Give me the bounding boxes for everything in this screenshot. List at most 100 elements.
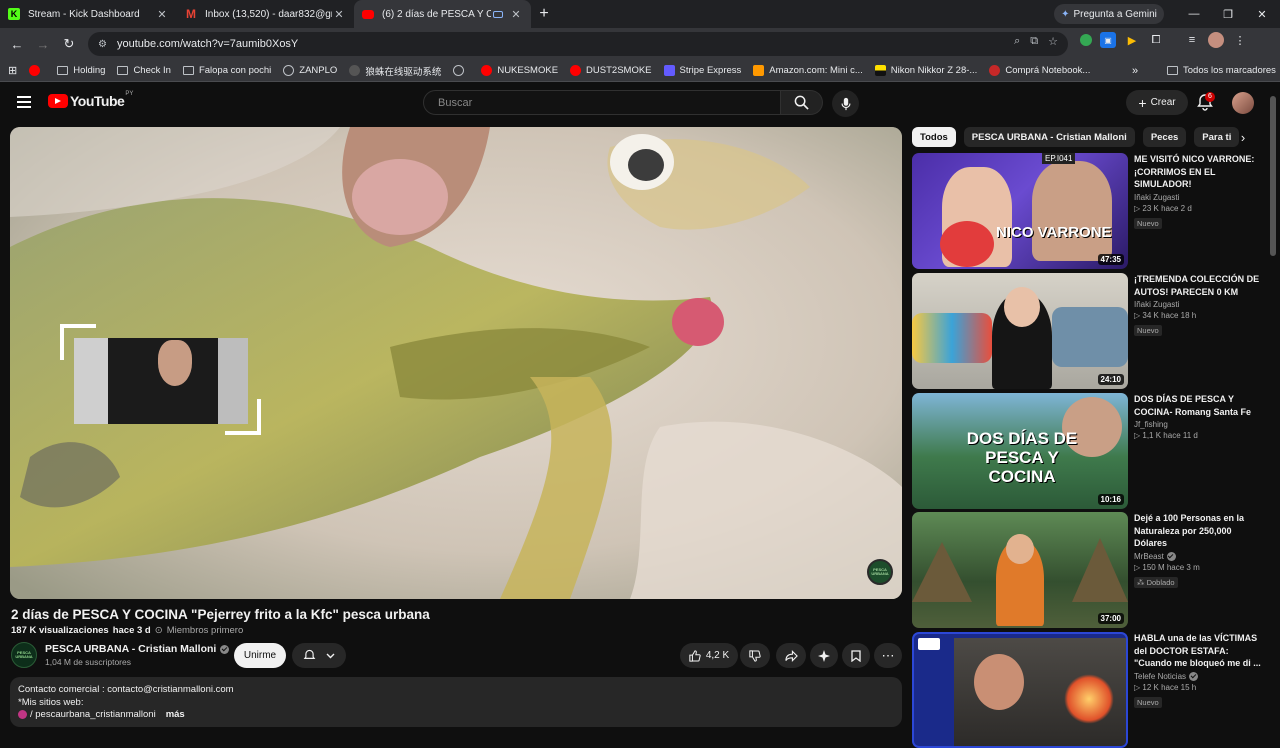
- video-thumbnail[interactable]: DOS DÍAS DE PESCA Y COCINA 10:16: [912, 393, 1128, 509]
- upload-age: hace 3 d: [112, 625, 151, 636]
- youtube-icon: [481, 65, 493, 76]
- video-duration: 24:10: [1097, 374, 1124, 385]
- chip-channel[interactable]: PESCA URBANA - Cristian Malloni: [963, 127, 1135, 147]
- tab-youtube[interactable]: (6) 2 días de PESCA Y COCI ✕: [354, 0, 531, 28]
- subscription-notifications-button[interactable]: [292, 643, 346, 668]
- recommendation-item[interactable]: DOS DÍAS DE PESCA Y COCINA 10:16 DOS DÍA…: [912, 393, 1262, 509]
- search-button[interactable]: [781, 90, 823, 115]
- bookmark-amazon[interactable]: Amazon.com: Mini c...: [753, 65, 863, 76]
- tab-gmail[interactable]: M Inbox (13,520) - daar832@gma ✕: [177, 0, 354, 28]
- recommendation-item[interactable]: HABLA una de las VÍCTIMAS del DOCTOR EST…: [912, 632, 1262, 748]
- extensions-puzzle-icon[interactable]: ⧠: [1148, 32, 1164, 48]
- show-more-link[interactable]: más: [166, 709, 185, 720]
- rec-title: Dejé a 100 Personas en la Naturaleza por…: [1134, 513, 1245, 548]
- video-thumbnail[interactable]: EP.I041 NICO VARRONE 47:35: [912, 153, 1128, 269]
- share-button[interactable]: [776, 643, 806, 668]
- notification-count-badge: 6: [1205, 92, 1215, 102]
- verified-icon: [220, 644, 230, 654]
- close-tab-icon[interactable]: ✕: [509, 8, 523, 21]
- page-scrollbar[interactable]: [1270, 96, 1276, 256]
- site-settings-icon[interactable]: ⚙: [98, 39, 107, 50]
- install-icon[interactable]: ⧉: [1030, 35, 1038, 48]
- account-avatar[interactable]: [1232, 92, 1254, 114]
- store-icon: [989, 65, 1001, 76]
- channel-watermark[interactable]: PESCA URBANA: [867, 559, 893, 585]
- video-thumbnail[interactable]: 37:00: [912, 512, 1128, 628]
- amazon-icon: [753, 65, 765, 76]
- minimize-icon[interactable]: —: [1176, 0, 1212, 28]
- chrome-menu-icon[interactable]: ⋮: [1232, 32, 1248, 48]
- chip-todos[interactable]: Todos: [912, 127, 956, 147]
- bookmark-star-icon[interactable]: ☆: [1048, 35, 1058, 48]
- plus-icon: +: [1138, 94, 1147, 111]
- close-tab-icon[interactable]: ✕: [155, 8, 169, 21]
- dislike-button[interactable]: [740, 643, 770, 668]
- chevron-right-icon[interactable]: ›: [1233, 127, 1253, 147]
- create-button[interactable]: + Crear: [1126, 90, 1188, 115]
- rec-channel[interactable]: Iñaki Zugasti: [1134, 193, 1262, 202]
- zoom-icon[interactable]: ⌕: [1014, 35, 1020, 48]
- video-thumbnail[interactable]: [912, 632, 1128, 748]
- hamburger-menu-icon[interactable]: [17, 96, 31, 108]
- bookmark-holding[interactable]: Holding: [57, 65, 105, 76]
- rec-channel[interactable]: Jf_fishing: [1134, 420, 1262, 429]
- gemini-button[interactable]: ✦ Pregunta a Gemini: [1054, 4, 1164, 24]
- country-code: PY: [125, 91, 134, 97]
- forward-icon[interactable]: →: [30, 31, 56, 57]
- youtube-logo[interactable]: YouTube PY: [48, 91, 134, 109]
- recommendation-item[interactable]: 24:10 ¡TREMENDA COLECCIÓN DE AUTOS! PARE…: [912, 273, 1262, 389]
- bookmarks-more-icon[interactable]: »: [1132, 65, 1138, 77]
- rec-title: ME VISITÓ NICO VARRONE: ¡CORRIMOS EN EL …: [1134, 154, 1255, 189]
- channel-name-link[interactable]: PESCA URBANA - Cristian Malloni: [45, 643, 230, 655]
- back-icon[interactable]: ←: [4, 31, 30, 57]
- bookmark-stripe[interactable]: Stripe Express: [663, 65, 741, 76]
- new-tab-button[interactable]: +: [531, 0, 557, 28]
- thumbs-up-icon: [689, 649, 701, 662]
- video-thumbnail[interactable]: 24:10: [912, 273, 1128, 389]
- join-button[interactable]: Unirme: [234, 643, 286, 668]
- all-bookmarks[interactable]: Todos los marcadores: [1167, 65, 1276, 76]
- more-actions-button[interactable]: ⋯: [874, 643, 902, 668]
- reload-icon[interactable]: ↻: [56, 31, 82, 57]
- bookmark-nikon[interactable]: Nikon Nikkor Z 28-...: [874, 65, 977, 76]
- bookmark-dust2smoke[interactable]: DUST2SMOKE: [570, 65, 652, 76]
- bookmark-notebook[interactable]: Comprá Notebook...: [989, 65, 1090, 76]
- extension-icon[interactable]: [1080, 34, 1092, 46]
- channel-avatar[interactable]: PESCA URBANA: [11, 642, 37, 668]
- apps-icon[interactable]: ⊞: [8, 64, 17, 77]
- dubbed-badge: ⁂ Doblado: [1134, 576, 1178, 588]
- extension-icon[interactable]: ▶: [1124, 32, 1140, 48]
- rec-channel[interactable]: MrBeast: [1134, 551, 1262, 561]
- description-line: Contacto comercial : contacto@cristianma…: [18, 684, 234, 695]
- close-window-icon[interactable]: ✕: [1244, 0, 1280, 28]
- video-player[interactable]: PESCA URBANA: [10, 127, 902, 599]
- recommendation-item[interactable]: 37:00 Dejé a 100 Personas en la Naturale…: [912, 512, 1262, 628]
- voice-search-button[interactable]: [832, 90, 859, 117]
- bookmark-check-in[interactable]: Check In: [117, 65, 171, 76]
- tab-kick[interactable]: K Stream - Kick Dashboard ✕: [0, 0, 177, 28]
- rec-channel[interactable]: Telefe Noticias: [1134, 671, 1262, 681]
- search-input[interactable]: Buscar: [423, 90, 781, 115]
- bookmark-falopa[interactable]: Falopa con pochi: [182, 65, 271, 76]
- stripe-icon: [663, 65, 675, 76]
- profile-icon[interactable]: [1208, 32, 1224, 48]
- rec-channel[interactable]: Iñaki Zugasti: [1134, 300, 1262, 309]
- bookmark-youtube[interactable]: [29, 65, 45, 76]
- recommendation-item[interactable]: EP.I041 NICO VARRONE 47:35 ME VISITÓ NIC…: [912, 153, 1262, 269]
- url-field[interactable]: ⚙ youtube.com/watch?v=7aumib0XosY ⌕ ⧉ ☆: [88, 32, 1068, 56]
- chip-peces[interactable]: Peces: [1142, 127, 1187, 147]
- bookmark-spider[interactable]: 狼蛛在线驱动系统: [349, 64, 441, 78]
- folder-icon: [57, 66, 69, 75]
- like-button[interactable]: 4,2 K: [680, 643, 738, 668]
- close-tab-icon[interactable]: ✕: [332, 8, 346, 21]
- description-link[interactable]: / pescaurbana_cristianmalloni: [30, 709, 156, 720]
- restore-icon[interactable]: ❐: [1210, 0, 1246, 28]
- media-control-icon[interactable]: ≡: [1184, 32, 1200, 48]
- save-button[interactable]: [842, 643, 870, 668]
- bookmark-zanplo[interactable]: ZANPLO: [283, 65, 337, 76]
- ask-ai-button[interactable]: [810, 643, 838, 668]
- microphone-icon: [840, 97, 851, 110]
- extension-icon[interactable]: ▣: [1100, 32, 1116, 48]
- bookmark-nukesmoke[interactable]: NUKESMOKE: [481, 65, 558, 76]
- bookmark-globe[interactable]: [453, 65, 469, 76]
